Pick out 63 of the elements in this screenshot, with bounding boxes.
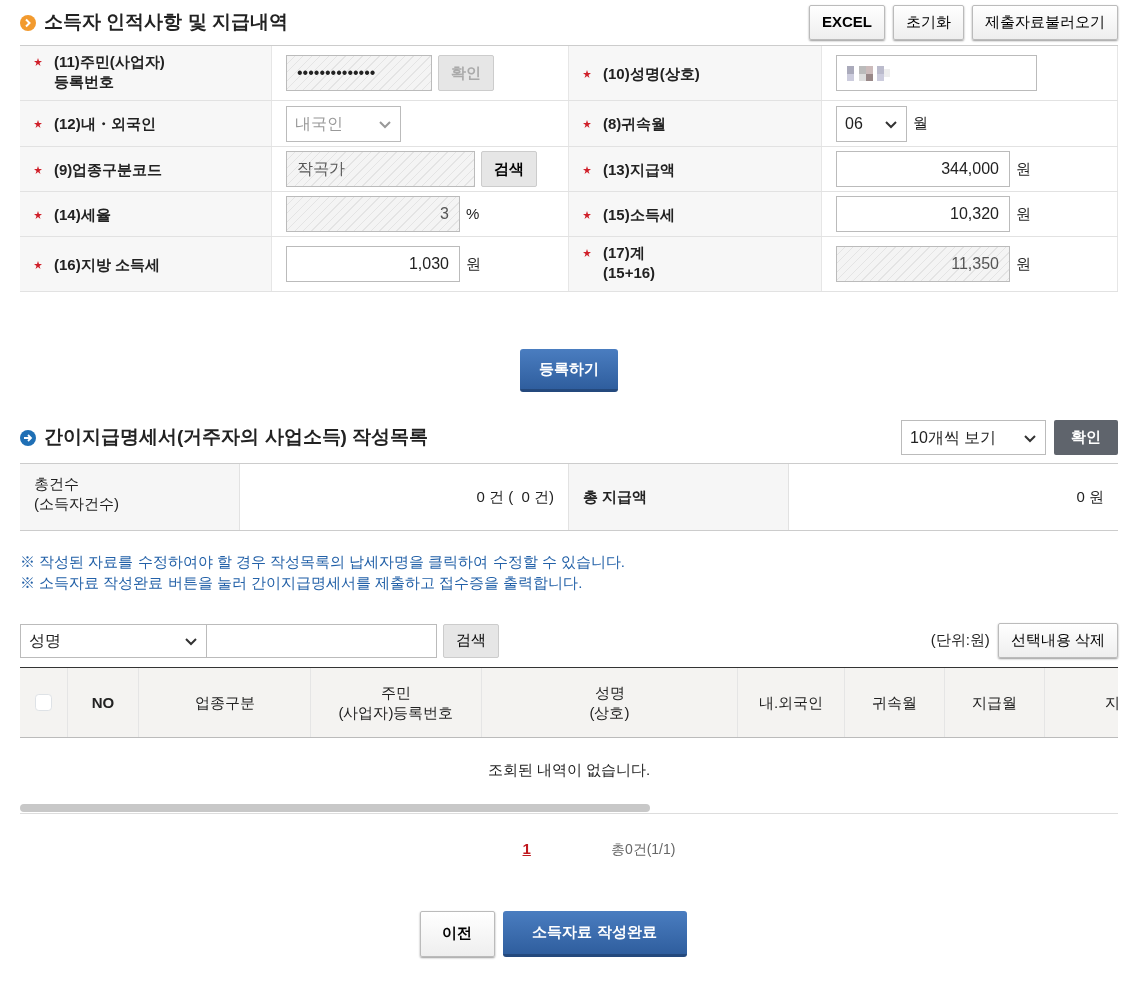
redacted-name-mark — [847, 65, 891, 81]
page-size-select[interactable]: 10개씩 보기 — [901, 420, 1046, 455]
arrow-circle-icon — [20, 429, 36, 446]
input-field[interactable]: 344,000 — [836, 151, 1010, 187]
unit-label: 원 — [1016, 253, 1031, 274]
section-title: 간이지급명세서(거주자의 사업소득) 작성목록 — [44, 425, 429, 450]
input-field[interactable]: 11,350 — [836, 246, 1010, 282]
section-title: 소득자 인적사항 및 지급내역 — [44, 10, 288, 35]
field-label: (14)세율 — [54, 204, 111, 224]
column-header: 지급월 — [972, 692, 1017, 713]
field-label: (13)지급액 — [603, 159, 675, 179]
chevron-circle-icon — [20, 14, 36, 31]
field-label: (10)성명(상호) — [603, 63, 700, 83]
column-header: 주민 (사업자)등록번호 — [338, 683, 454, 722]
summary-value: 0 원 — [1076, 487, 1104, 507]
column-header: NO — [91, 692, 115, 713]
register-button[interactable]: 등록하기 — [520, 349, 618, 392]
input-field[interactable]: 3 — [286, 196, 460, 232]
column-header: 지 — [1105, 692, 1118, 713]
field-label: (15)소득세 — [603, 204, 675, 224]
column-header: 성명 (상호) — [589, 683, 630, 722]
input-field[interactable]: •••••••••••••• — [286, 55, 432, 91]
input-button[interactable]: 검색 — [481, 151, 537, 187]
input-field[interactable] — [836, 55, 1037, 91]
field-label: (11)주민(사업자) 등록번호 — [54, 52, 165, 91]
unit-label: 원 — [1016, 158, 1031, 179]
input-field[interactable]: 1,030 — [286, 246, 460, 282]
field-label: (16)지방 소득세 — [54, 254, 160, 274]
field-label: (12)내・외국인 — [54, 114, 156, 134]
note-text: ※ 작성된 자료를 수정하여야 할 경우 작성목록의 납세자명을 클릭하여 수정할 수 있습니다. — [20, 552, 626, 572]
page-total: 총0건(1/1) — [610, 839, 676, 859]
toolbar-button[interactable]: 제출자료불러오기 — [972, 5, 1118, 40]
complete-button[interactable]: 소득자료 작성완료 — [502, 910, 687, 957]
unit-label: % — [466, 203, 480, 224]
summary-value: 0 건 ( 0 건) — [476, 487, 554, 507]
unit-label: 월 — [913, 113, 928, 134]
toolbar-button[interactable]: EXCEL — [809, 5, 885, 40]
select-field[interactable]: 06 — [836, 105, 907, 142]
note-text: ※ 소득자료 작성완료 버튼을 눌러 간이지급명세서를 제출하고 접수증을 출력합니다. — [20, 573, 584, 593]
unit-label: 원 — [466, 253, 481, 274]
previous-button[interactable]: 이전 — [419, 910, 495, 957]
empty-message: 조회된 내역이 없습니다. — [487, 759, 651, 780]
input-field[interactable]: 작곡가 — [286, 151, 475, 187]
search-input[interactable] — [207, 623, 437, 658]
unit-label: 원 — [1016, 203, 1031, 224]
column-header: 업종구분 — [194, 692, 255, 713]
field-label: (8)귀속월 — [603, 114, 667, 134]
field-label: (17)계 (15+16) — [603, 243, 656, 282]
page-link[interactable]: 1 — [522, 838, 531, 861]
search-type-select[interactable]: 성명 — [20, 623, 207, 658]
delete-button[interactable]: 선택내용 삭제 — [997, 623, 1118, 658]
confirm-button[interactable]: 확인 — [1054, 420, 1118, 455]
search-button[interactable]: 검색 — [443, 623, 499, 658]
summary-label: 총 지급액 — [583, 487, 648, 507]
column-header: 귀속월 — [872, 692, 917, 713]
select-all-checkbox[interactable] — [35, 694, 52, 711]
scrollbar-thumb[interactable] — [20, 804, 650, 812]
column-header: 내.외국인 — [758, 692, 824, 713]
toolbar-button[interactable]: 초기화 — [893, 5, 964, 40]
summary-label: 총건수 (소득자건수) — [34, 474, 119, 514]
field-label: (9)업종구분코드 — [54, 159, 163, 179]
unit-note: (단위:원) — [930, 630, 990, 651]
input-field[interactable]: 10,320 — [836, 196, 1010, 232]
